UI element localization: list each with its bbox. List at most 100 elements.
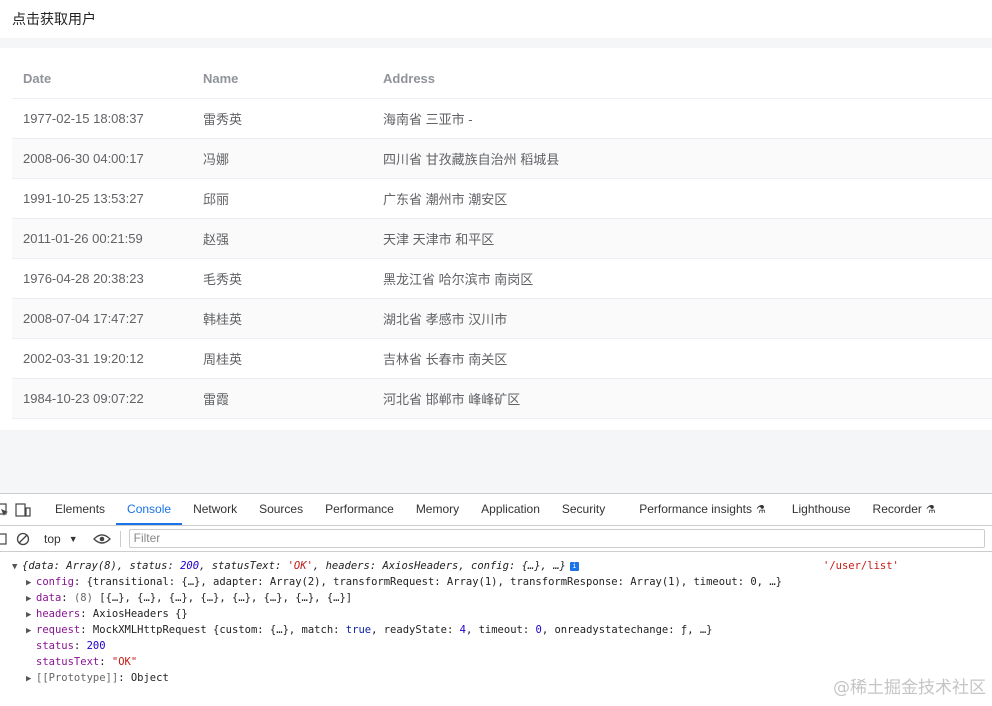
expand-triangle-icon[interactable]: ▶ xyxy=(26,671,36,687)
prop-key: statusText xyxy=(36,656,100,668)
cell-date: 2011-01-26 00:21:59 xyxy=(23,231,143,246)
eye-live-expression-icon[interactable] xyxy=(90,523,114,554)
cell-name: 周桂英 xyxy=(203,352,243,367)
watermark-logo: @稀土掘金技术社区 xyxy=(833,678,986,698)
console-prop-config[interactable]: ▶ config: {transitional: {…}, adapter: Ar… xyxy=(0,574,992,590)
log-source-link[interactable]: '/user/list' xyxy=(823,558,899,574)
console-output: ▼ {data: Array(8), status: 200, statusTex… xyxy=(0,552,992,686)
prop-value: "OK" xyxy=(111,656,138,668)
clear-console-icon[interactable] xyxy=(8,523,38,554)
cell-name: 韩桂英 xyxy=(203,312,243,327)
cell-address: 广东省 潮州市 潮安区 xyxy=(383,192,508,207)
prop-value: [{…}, {…}, {…}, {…}, {…}, {…}, {…}, {…}] xyxy=(99,592,353,604)
table-row: 2002-03-31 19:20:12 周桂英 吉林省 长春市 南关区 xyxy=(12,339,992,379)
prop-value: MockXMLHttpRequest {custom: {…}, match: … xyxy=(92,624,713,636)
cell-name: 毛秀英 xyxy=(203,272,243,287)
toolbar-divider xyxy=(119,530,121,547)
prop-value: {transitional: {…}, adapter: Array(2), t… xyxy=(86,576,782,588)
context-label: top xyxy=(44,531,61,546)
cell-address: 黑龙江省 哈尔滨市 南岗区 xyxy=(383,272,534,287)
experiment-flask-icon: ⚗ xyxy=(755,504,766,516)
prop-key: config xyxy=(36,576,74,588)
header-date: Date xyxy=(23,70,52,86)
tab-performance[interactable]: Performance xyxy=(314,494,405,525)
sidebar-toggle-icon[interactable] xyxy=(0,523,8,554)
cell-address: 吉林省 长春市 南关区 xyxy=(383,352,508,367)
tab-label: Recorder xyxy=(872,502,922,516)
inspect-element-icon[interactable] xyxy=(0,494,10,525)
expand-triangle-icon[interactable]: ▼ xyxy=(12,559,22,575)
cell-name: 赵强 xyxy=(203,232,230,247)
context-selector[interactable]: top ▼ xyxy=(44,532,78,546)
console-prop-statustext: statusText: "OK" xyxy=(36,656,138,668)
table-row: 1977-02-15 18:08:37 雷秀英 海南省 三亚市 - xyxy=(12,99,992,139)
prop-key: status xyxy=(36,640,74,652)
top-separator-band xyxy=(0,38,992,48)
cell-name: 冯娜 xyxy=(203,152,230,167)
prop-key: headers xyxy=(36,608,81,620)
table-row: 1984-10-23 09:07:22 雷霞 河北省 邯郸市 峰峰矿区 xyxy=(12,379,992,419)
tab-console[interactable]: Console xyxy=(116,494,183,525)
cell-date: 1991-10-25 13:53:27 xyxy=(23,191,144,206)
table-row: 2011-01-26 00:21:59 赵强 天津 天津市 和平区 xyxy=(12,219,992,259)
expand-triangle-icon[interactable]: ▶ xyxy=(26,591,36,607)
prop-value: Object xyxy=(130,672,169,684)
tab-recorder[interactable]: Recorder ⚗ xyxy=(862,494,947,525)
table-row: 2008-06-30 04:00:17 冯娜 四川省 甘孜藏族自治州 稻城县 xyxy=(12,139,992,179)
prop-key: [[Prototype]] xyxy=(36,672,119,684)
prop-key: request xyxy=(36,624,81,636)
console-prop-data[interactable]: ▶ data: (8) [{…}, {…}, {…}, {…}, {…}, {…}… xyxy=(0,590,992,606)
expand-triangle-icon[interactable]: ▶ xyxy=(26,575,36,591)
cell-date: 2008-06-30 04:00:17 xyxy=(23,151,144,166)
tab-security[interactable]: Security xyxy=(551,494,616,525)
device-toolbar-icon[interactable] xyxy=(10,494,36,525)
tab-sources[interactable]: Sources xyxy=(248,494,314,525)
tab-lighthouse[interactable]: Lighthouse xyxy=(781,494,862,525)
cell-date: 1977-02-15 18:08:37 xyxy=(23,111,144,126)
tab-label: Performance insights xyxy=(639,502,752,516)
console-log-entry[interactable]: ▼ {data: Array(8), status: 200, statusTex… xyxy=(0,558,992,574)
console-prop-status: status: 200 xyxy=(36,640,106,652)
table-header: Date Name Address xyxy=(12,58,992,99)
cell-address: 河北省 邯郸市 峰峰矿区 xyxy=(383,392,521,407)
cell-name: 邱丽 xyxy=(203,192,230,207)
prop-value: 200 xyxy=(86,640,106,652)
tab-memory[interactable]: Memory xyxy=(405,494,470,525)
devtools-panel: Elements Console Network Sources Perform… xyxy=(0,493,992,706)
console-prop-request[interactable]: ▶ request: MockXMLHttpRequest {custom: {…… xyxy=(0,622,992,638)
cell-name: 雷霞 xyxy=(203,392,230,407)
header-name: Name xyxy=(203,70,239,86)
cell-address: 四川省 甘孜藏族自治州 稻城县 xyxy=(383,152,560,167)
table-row: 1991-10-25 13:53:27 邱丽 广东省 潮州市 潮安区 xyxy=(12,179,992,219)
fetch-users-link[interactable]: 点击获取用户 xyxy=(12,9,96,29)
console-toolbar: top ▼ Filter xyxy=(0,526,992,552)
cell-address: 湖北省 孝感市 汉川市 xyxy=(383,312,508,327)
console-prop-headers[interactable]: ▶ headers: AxiosHeaders {} xyxy=(0,606,992,622)
cell-name: 雷秀英 xyxy=(203,112,243,127)
devtools-tab-bar: Elements Console Network Sources Perform… xyxy=(0,494,992,526)
cell-date: 1976-04-28 20:38:23 xyxy=(23,271,144,286)
prop-value: AxiosHeaders {} xyxy=(92,608,188,620)
expand-triangle-icon[interactable]: ▶ xyxy=(26,607,36,623)
header-address: Address xyxy=(383,70,436,86)
page-bottom-area xyxy=(0,430,992,493)
info-icon: i xyxy=(569,561,579,571)
experiment-flask-icon: ⚗ xyxy=(925,504,936,516)
tab-network[interactable]: Network xyxy=(182,494,248,525)
tab-elements[interactable]: Elements xyxy=(44,494,116,525)
cell-date: 2002-03-31 19:20:12 xyxy=(23,351,144,366)
prop-count: (8) xyxy=(73,592,93,604)
cell-date: 1984-10-23 09:07:22 xyxy=(23,391,144,406)
prop-key: data xyxy=(36,592,62,604)
console-filter-input[interactable]: Filter xyxy=(128,529,985,548)
expand-triangle-icon[interactable]: ▶ xyxy=(26,623,36,639)
table-row: 2008-07-04 17:47:27 韩桂英 湖北省 孝感市 汉川市 xyxy=(12,299,992,339)
cell-address: 海南省 三亚市 - xyxy=(383,112,473,127)
users-table: Date Name Address 1977-02-15 18:08:37 雷秀… xyxy=(12,58,992,419)
tab-performance-insights[interactable]: Performance insights ⚗ xyxy=(628,494,777,525)
table-row: 1976-04-28 20:38:23 毛秀英 黑龙江省 哈尔滨市 南岗区 xyxy=(12,259,992,299)
log-summary: {data: Array(8), status: 200, statusText… xyxy=(22,560,566,572)
cell-date: 2008-07-04 17:47:27 xyxy=(23,311,144,326)
tab-application[interactable]: Application xyxy=(470,494,551,525)
cell-address: 天津 天津市 和平区 xyxy=(383,232,495,247)
